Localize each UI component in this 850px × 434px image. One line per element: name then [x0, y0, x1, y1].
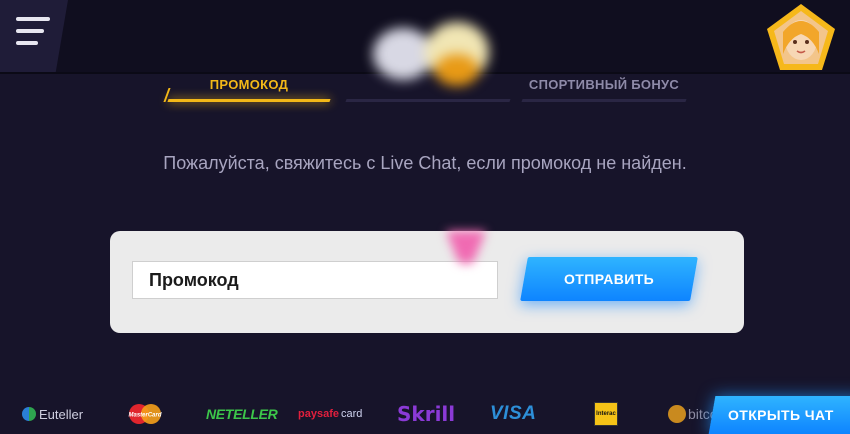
submit-button[interactable]: ОТПРАВИТЬ: [520, 257, 698, 301]
promo-card: ОТПРАВИТЬ: [110, 231, 744, 333]
tab-sport-bonus-label: СПОРТИВНЫЙ БОНУС: [528, 76, 680, 92]
blurred-decoration: [446, 231, 486, 264]
mastercard-logo: MasterCard: [127, 402, 163, 426]
hamburger-menu-icon[interactable]: [16, 17, 50, 47]
euteller-logo: Euteller: [22, 402, 83, 426]
submit-button-label: ОТПРАВИТЬ: [563, 271, 655, 287]
visa-logo: VISA: [490, 403, 537, 424]
svg-text:MasterCard: MasterCard: [128, 413, 161, 419]
paysafecard-logo: paysafe card: [298, 408, 363, 420]
neteller-logo: NETELLER: [206, 406, 278, 422]
tab-middle[interactable]: [346, 66, 510, 102]
skrill-logo: Skrill: [397, 402, 456, 426]
interac-logo: Interac: [594, 402, 618, 426]
promocode-input[interactable]: [132, 261, 498, 299]
tab-promocode[interactable]: ПРОМОКОД: [168, 66, 330, 102]
tab-promocode-label: ПРОМОКОД: [209, 76, 289, 92]
open-chat-label: ОТКРЫТЬ ЧАТ: [728, 407, 834, 423]
open-chat-button[interactable]: ОТКРЫТЬ ЧАТ: [708, 396, 850, 434]
tab-sport-bonus[interactable]: СПОРТИВНЫЙ БОНУС: [522, 66, 686, 102]
user-avatar-icon[interactable]: [765, 2, 837, 74]
info-message: Пожалуйста, свяжитесь с Live Chat, если …: [163, 153, 687, 173]
